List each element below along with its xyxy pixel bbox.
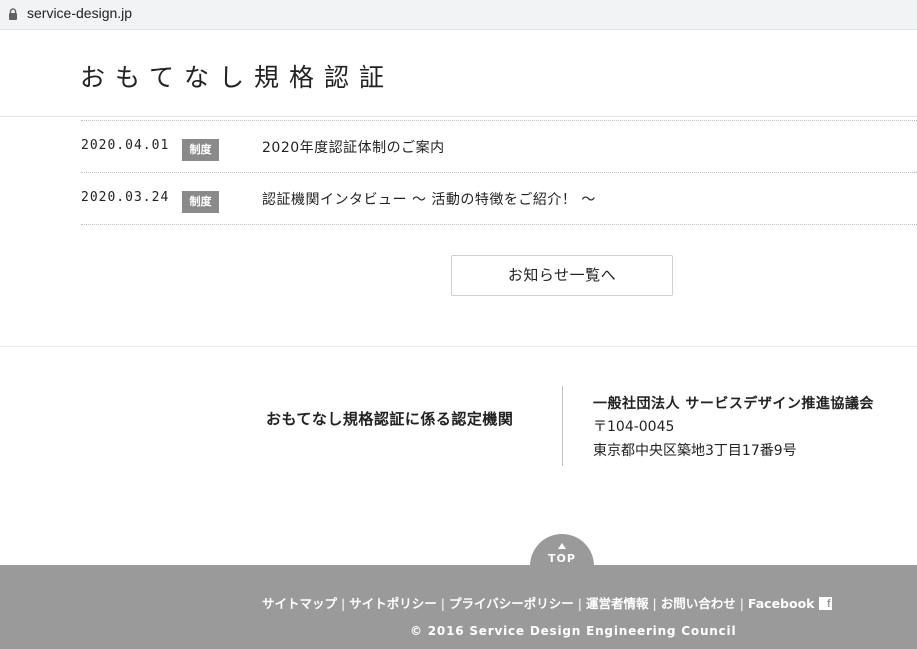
arrow-up-icon: [558, 543, 566, 549]
footer: サイトマップ | サイトポリシー | プライバシーポリシー | 運営者情報 | お問い合わせ | F…: [0, 565, 917, 649]
news-title-link[interactable]: 2020年度認証体制のご案内: [262, 137, 445, 157]
footer-link-sitemap[interactable]: サイトマップ: [262, 596, 337, 611]
footer-link-contact[interactable]: お問い合わせ: [661, 596, 736, 611]
browser-address-bar[interactable]: service-design.jp: [0, 0, 917, 30]
org-vertical-divider: [562, 386, 563, 466]
copyright: © 2016 Service Design Engineering Counci…: [410, 624, 737, 638]
facebook-icon: f: [818, 597, 832, 610]
category-badge: 制度: [182, 139, 219, 161]
org-name: 一般社団法人 サービスデザイン推進協議会: [593, 396, 874, 412]
section-divider: [0, 346, 917, 347]
news-item[interactable]: 2020.04.01 制度 2020年度認証体制のご案内: [81, 121, 917, 173]
org-postal-code: 〒104-0045: [593, 419, 675, 435]
footer-separator: |: [577, 596, 582, 611]
footer-separator: |: [652, 596, 657, 611]
footer-link-operator-info[interactable]: 運営者情報: [586, 596, 649, 611]
facebook-link-label: Facebook: [747, 596, 815, 611]
url-text[interactable]: service-design.jp: [27, 5, 132, 21]
news-title-link[interactable]: 認証機関インタビュー 〜 活動の特徴をご紹介！ 〜: [262, 189, 596, 209]
footer-link-privacy-policy[interactable]: プライバシーポリシー: [449, 596, 574, 611]
back-to-top-label: TOP: [548, 552, 576, 565]
org-tagline: おもてなし規格認証に係る認定機関: [266, 410, 514, 428]
footer-link-site-policy[interactable]: サイトポリシー: [349, 596, 437, 611]
site-title[interactable]: おもてなし規格認証: [80, 58, 394, 94]
news-item[interactable]: 2020.03.24 制度 認証機関インタビュー 〜 活動の特徴をご紹介！ 〜: [81, 173, 917, 225]
news-date: 2020.04.01: [81, 138, 170, 153]
footer-link-facebook[interactable]: Facebook f: [748, 596, 832, 611]
news-list-button[interactable]: お知らせ一覧へ: [451, 255, 673, 296]
footer-links: サイトマップ | サイトポリシー | プライバシーポリシー | 運営者情報 | お問い合わせ | F…: [262, 593, 832, 612]
footer-separator: |: [440, 596, 445, 611]
header-divider: [0, 116, 917, 117]
lock-icon: [9, 8, 17, 20]
category-badge: 制度: [182, 191, 219, 213]
footer-separator: |: [341, 596, 346, 611]
org-address: 東京都中央区築地3丁目17番9号: [593, 443, 797, 459]
back-to-top-button[interactable]: TOP: [530, 534, 594, 598]
footer-separator: |: [739, 596, 744, 611]
news-date: 2020.03.24: [81, 190, 170, 205]
